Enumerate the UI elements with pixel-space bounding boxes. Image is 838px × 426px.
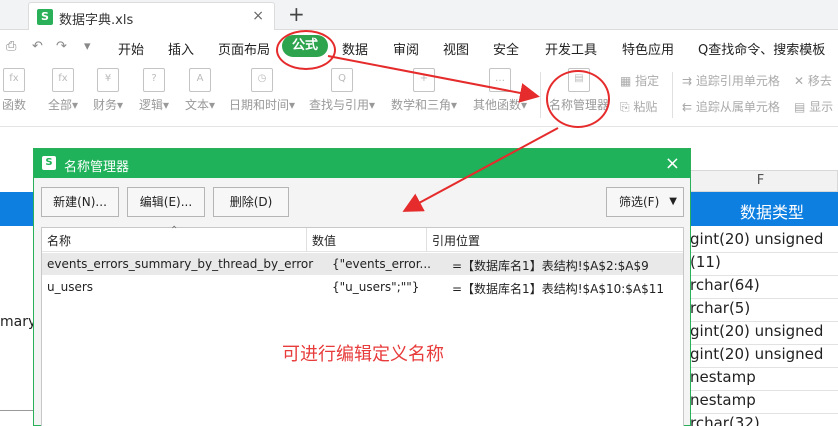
menu-data[interactable]: 数据 (342, 39, 368, 58)
menu-bar: ⎙ ↶ ↷ ▾ 开始 插入 页面布局 公式 数据 审阅 视图 安全 开发工具 特… (0, 30, 838, 64)
data-type-header: 数据类型 (740, 203, 805, 222)
name-cell: events_errors_summary_by_thread_by_error (47, 257, 314, 271)
data-type-cell[interactable]: nestamp (690, 391, 756, 409)
list-item[interactable]: events_errors_summary_by_thread_by_error… (42, 253, 683, 275)
delete-button[interactable]: 删除(D) (213, 187, 289, 217)
menu-view[interactable]: 视图 (443, 39, 469, 58)
paste-name-button[interactable]: ⎘ 粘贴 (620, 98, 657, 115)
annotation-note: 可进行编辑定义名称 (282, 344, 444, 365)
data-type-cell[interactable]: rchar(32) (690, 414, 760, 426)
dialog-title: 名称管理器 (64, 160, 130, 175)
ref-cell: =【数据库名1】表结构!$A$2:$A$9 (452, 259, 649, 273)
text-icon: A (189, 68, 211, 92)
column-ref-header[interactable]: 引用位置 (432, 232, 480, 249)
other-functions-button[interactable]: … 其他函数▾ (468, 68, 532, 113)
menu-security[interactable]: 安全 (493, 39, 519, 58)
new-button[interactable]: 新建(N)... (41, 187, 119, 217)
cell-text[interactable]: mary (0, 314, 36, 330)
edit-button[interactable]: 编辑(E)... (127, 187, 205, 217)
data-type-cell[interactable]: gint(20) unsigned (690, 345, 823, 363)
formula-ribbon: fx 函数 fx 全部▾ ¥ 财务▾ ? 逻辑▾ A 文本▾ ◷ 日期和时间▾ … (0, 64, 838, 126)
data-type-cell[interactable]: nestamp (690, 368, 756, 386)
menu-review[interactable]: 审阅 (393, 39, 419, 58)
close-tab-icon[interactable]: × (252, 8, 264, 24)
insert-function-button[interactable]: fx 函数 (0, 68, 34, 113)
close-icon[interactable]: × (665, 153, 680, 174)
spreadsheet-icon: S (37, 9, 53, 25)
annotation-circle (546, 70, 610, 128)
math-icon: + (413, 68, 435, 92)
datetime-functions-button[interactable]: ◷ 日期和时间▾ (226, 68, 298, 113)
app-icon: S (42, 156, 56, 170)
text-functions-button[interactable]: A 文本▾ (180, 68, 220, 113)
menu-home[interactable]: 开始 (118, 39, 144, 58)
column-name-header[interactable]: 名称 (47, 232, 71, 249)
ribbon-divider (672, 72, 673, 118)
function-icon: fx (3, 68, 25, 92)
menu-developer[interactable]: 开发工具 (545, 39, 597, 58)
trace-precedents-button[interactable]: ⇉ 追踪引用单元格 (682, 72, 780, 89)
chevron-down-icon: ▼ (669, 196, 677, 207)
undo-icon[interactable]: ↶ (32, 39, 43, 54)
annotation-circle (276, 30, 336, 70)
menu-page-layout[interactable]: 页面布局 (218, 39, 270, 58)
ref-cell: =【数据库名1】表结构!$A$10:$A$11 (452, 282, 665, 296)
currency-icon: ¥ (97, 68, 119, 92)
financial-functions-button[interactable]: ¥ 财务▾ (88, 68, 128, 113)
list-item[interactable]: u_users {"u_users";""} =【数据库名1】表结构!$A$10… (42, 276, 683, 298)
names-list[interactable]: 名称 ⌃ 数值 引用位置 events_errors_summary_by_th… (41, 225, 684, 426)
file-name: 数据字典.xls (59, 13, 134, 28)
function-icon: fx (52, 68, 74, 92)
tab-bar: S 数据字典.xls × + (0, 0, 838, 30)
data-type-cell[interactable]: (11) (690, 253, 721, 271)
search-icon: Q (331, 68, 353, 92)
column-value-header[interactable]: 数值 (312, 232, 336, 249)
trace-dependents-button[interactable]: ⇇ 追踪从属单元格 (682, 98, 780, 115)
column-header-f[interactable]: F (683, 170, 838, 192)
column-divider[interactable] (306, 228, 307, 252)
data-type-cell[interactable]: rchar(64) (690, 276, 760, 294)
command-search[interactable]: Q查找命令、搜索模板 (698, 39, 825, 58)
filter-button[interactable]: 筛选(F) ▼ (606, 187, 684, 217)
remove-arrows-button[interactable]: ✕ 移去 (794, 72, 832, 89)
show-formulas-button[interactable]: ▤ 显示 (794, 98, 833, 115)
column-divider[interactable] (426, 228, 427, 252)
lookup-functions-button[interactable]: Q 查找与引用▾ (306, 68, 378, 113)
file-tab[interactable]: S 数据字典.xls × (28, 2, 275, 30)
name-cell: u_users (47, 280, 94, 294)
list-header: 名称 ⌃ 数值 引用位置 (42, 225, 683, 252)
value-cell: {"u_users";""} (332, 280, 420, 294)
dialog-title-bar[interactable]: S 名称管理器 × (34, 149, 690, 178)
sort-caret-icon: ⌃ (170, 225, 179, 236)
ribbon-divider (540, 72, 541, 118)
menu-insert[interactable]: 插入 (168, 39, 194, 58)
logical-functions-button[interactable]: ? 逻辑▾ (134, 68, 174, 113)
data-type-cell[interactable]: rchar(5) (690, 299, 750, 317)
name-manager-dialog: S 名称管理器 × 新建(N)... 编辑(E)... 删除(D) 筛选(F) … (33, 148, 691, 426)
more-icon: … (489, 68, 511, 92)
new-tab-button[interactable]: + (288, 2, 305, 26)
print-preview-icon[interactable]: ⎙ (6, 39, 16, 54)
specify-button[interactable]: ▦ 指定 (620, 72, 659, 89)
menu-special-apps[interactable]: 特色应用 (622, 39, 674, 58)
redo-icon[interactable]: ↷ (56, 39, 67, 54)
customize-quick-access-icon[interactable]: ▾ (84, 39, 91, 54)
clock-icon: ◷ (251, 68, 273, 92)
all-functions-button[interactable]: fx 全部▾ (44, 68, 82, 113)
value-cell: {"events_error... (332, 257, 431, 271)
question-icon: ? (143, 68, 165, 92)
math-functions-button[interactable]: + 数学和三角▾ (388, 68, 460, 113)
data-type-cell[interactable]: gint(20) unsigned (690, 322, 823, 340)
data-type-cell[interactable]: gint(20) unsigned (690, 230, 823, 248)
